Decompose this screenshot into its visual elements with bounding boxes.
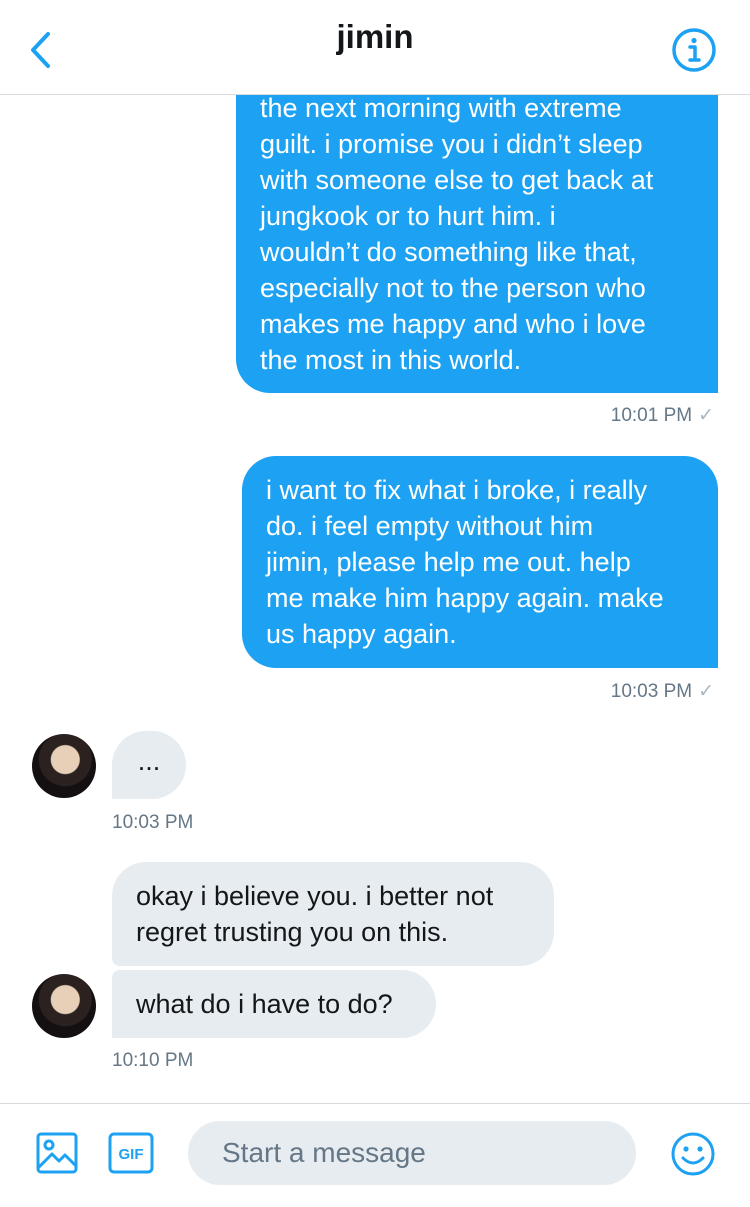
read-check-icon: ✓ xyxy=(698,405,714,426)
info-button[interactable] xyxy=(670,26,718,74)
read-check-icon: ✓ xyxy=(698,681,714,702)
conversation-title[interactable]: jimin xyxy=(0,18,750,56)
conversation-header: jimin xyxy=(0,0,750,95)
outgoing-message[interactable]: the next morning with extreme guilt. i p… xyxy=(236,94,718,393)
info-icon xyxy=(672,28,716,72)
message-composer: GIF xyxy=(0,1103,750,1207)
avatar[interactable] xyxy=(32,734,96,798)
smiley-icon xyxy=(671,1132,715,1176)
emoji-button[interactable] xyxy=(670,1131,716,1177)
gif-label: GIF xyxy=(119,1146,144,1163)
outgoing-message[interactable]: i want to fix what i broke, i really do.… xyxy=(242,456,718,668)
message-thread[interactable]: the next morning with extreme guilt. i p… xyxy=(0,94,750,1102)
gif-button[interactable]: GIF xyxy=(108,1132,154,1174)
add-media-button[interactable] xyxy=(36,1132,78,1174)
incoming-message[interactable]: okay i believe you. i better not regret … xyxy=(112,862,554,966)
gif-icon: GIF xyxy=(108,1132,154,1174)
message-timestamp: 10:03 PM ✓ xyxy=(611,680,714,703)
message-timestamp: 10:01 PM ✓ xyxy=(611,404,714,427)
incoming-message[interactable]: what do i have to do? xyxy=(112,970,436,1038)
message-timestamp: 10:10 PM xyxy=(112,1050,194,1071)
timestamp-text: 10:03 PM xyxy=(610,681,693,702)
incoming-message[interactable]: ... xyxy=(112,731,186,799)
avatar[interactable] xyxy=(32,974,96,1038)
message-timestamp: 10:03 PM xyxy=(112,812,194,833)
timestamp-text: 10:01 PM xyxy=(610,405,693,426)
image-icon xyxy=(36,1132,78,1174)
message-input[interactable] xyxy=(188,1121,636,1185)
